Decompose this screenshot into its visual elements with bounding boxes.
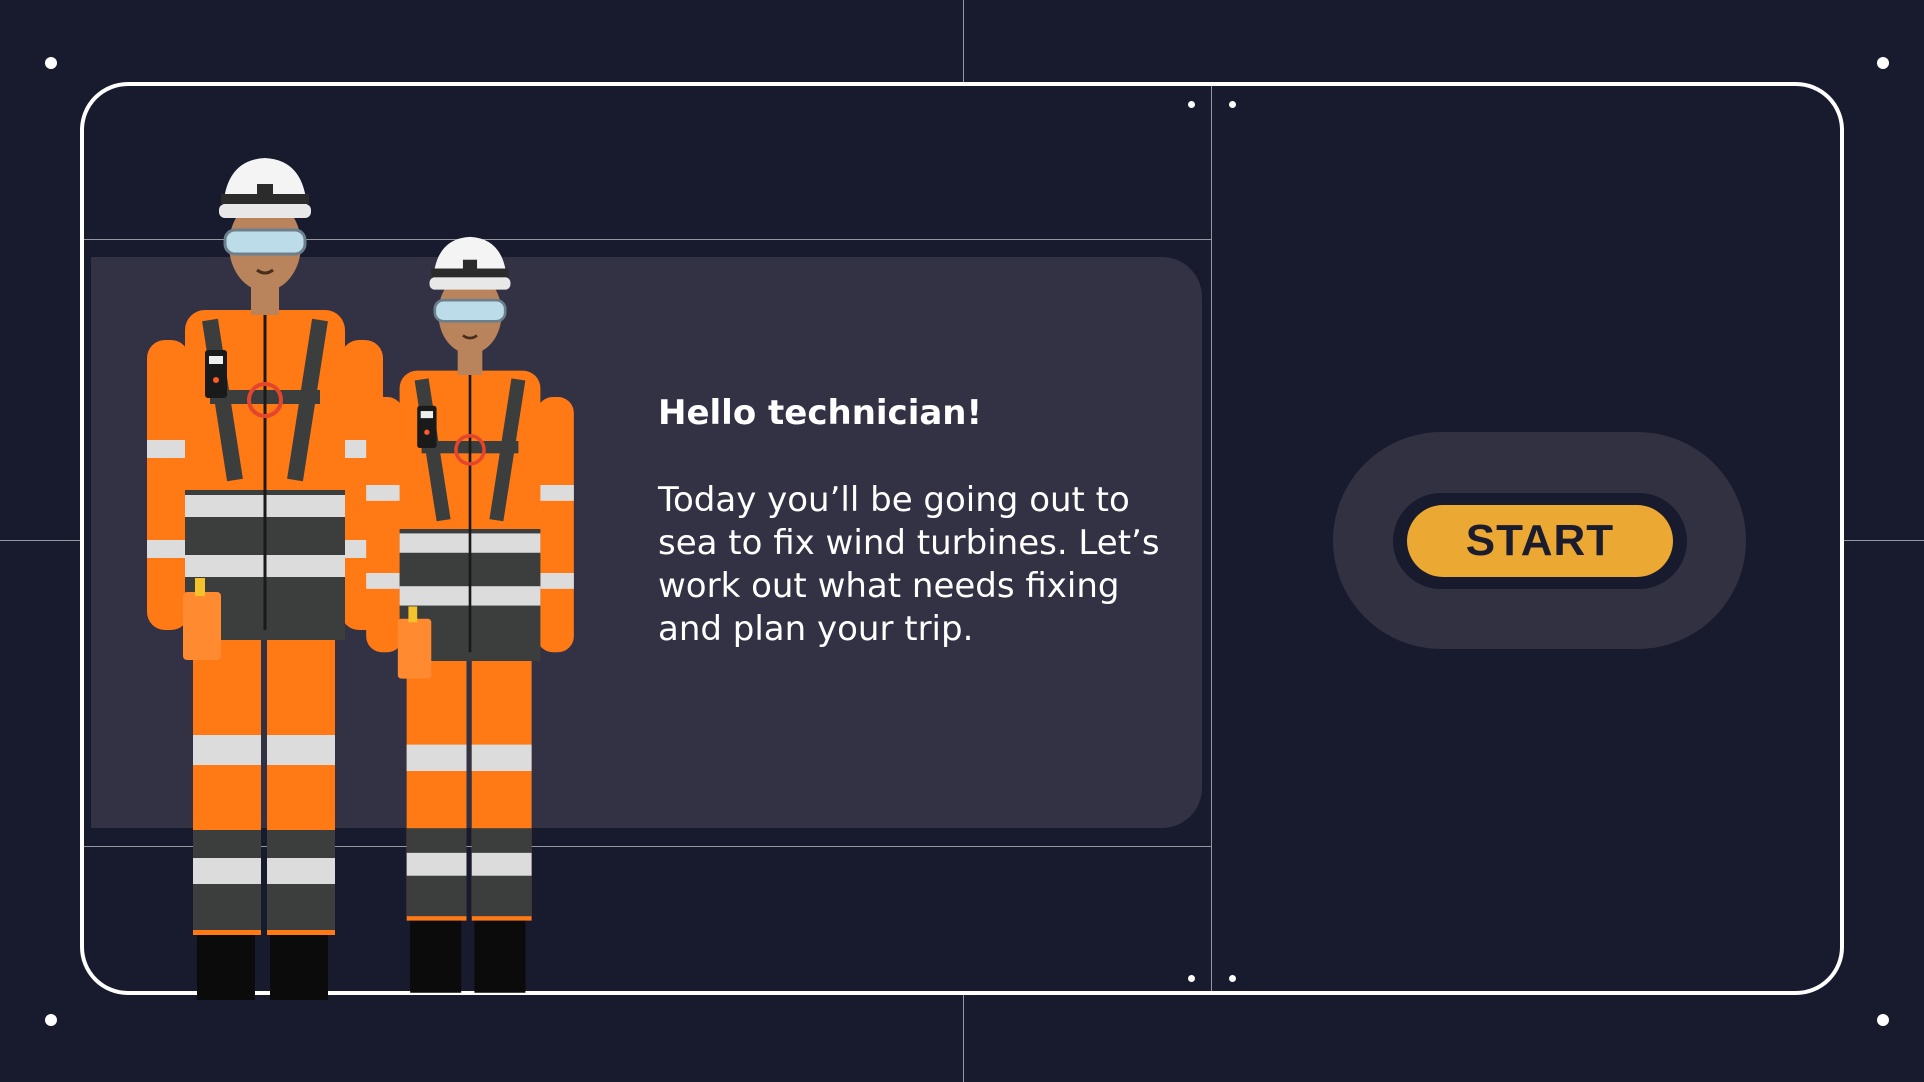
start-button-ring: START (1393, 493, 1687, 589)
technician-man-icon (147, 158, 383, 1000)
start-button-container: START (1333, 432, 1746, 649)
guide-line (963, 0, 964, 82)
technicians-illustration (0, 0, 620, 1000)
intro-message: Hello technician! Today you’ll be going … (658, 392, 1178, 651)
intro-body-text: Today you’ll be going out to sea to fix … (658, 480, 1160, 649)
corner-dot (1877, 57, 1889, 69)
technician-woman-icon (366, 237, 574, 993)
guide-line (963, 995, 964, 1082)
corner-dot (45, 1014, 57, 1026)
start-button[interactable]: START (1407, 505, 1673, 577)
corner-dot (1877, 1014, 1889, 1026)
guide-line (1844, 540, 1924, 541)
greeting-heading: Hello technician! (658, 393, 983, 433)
